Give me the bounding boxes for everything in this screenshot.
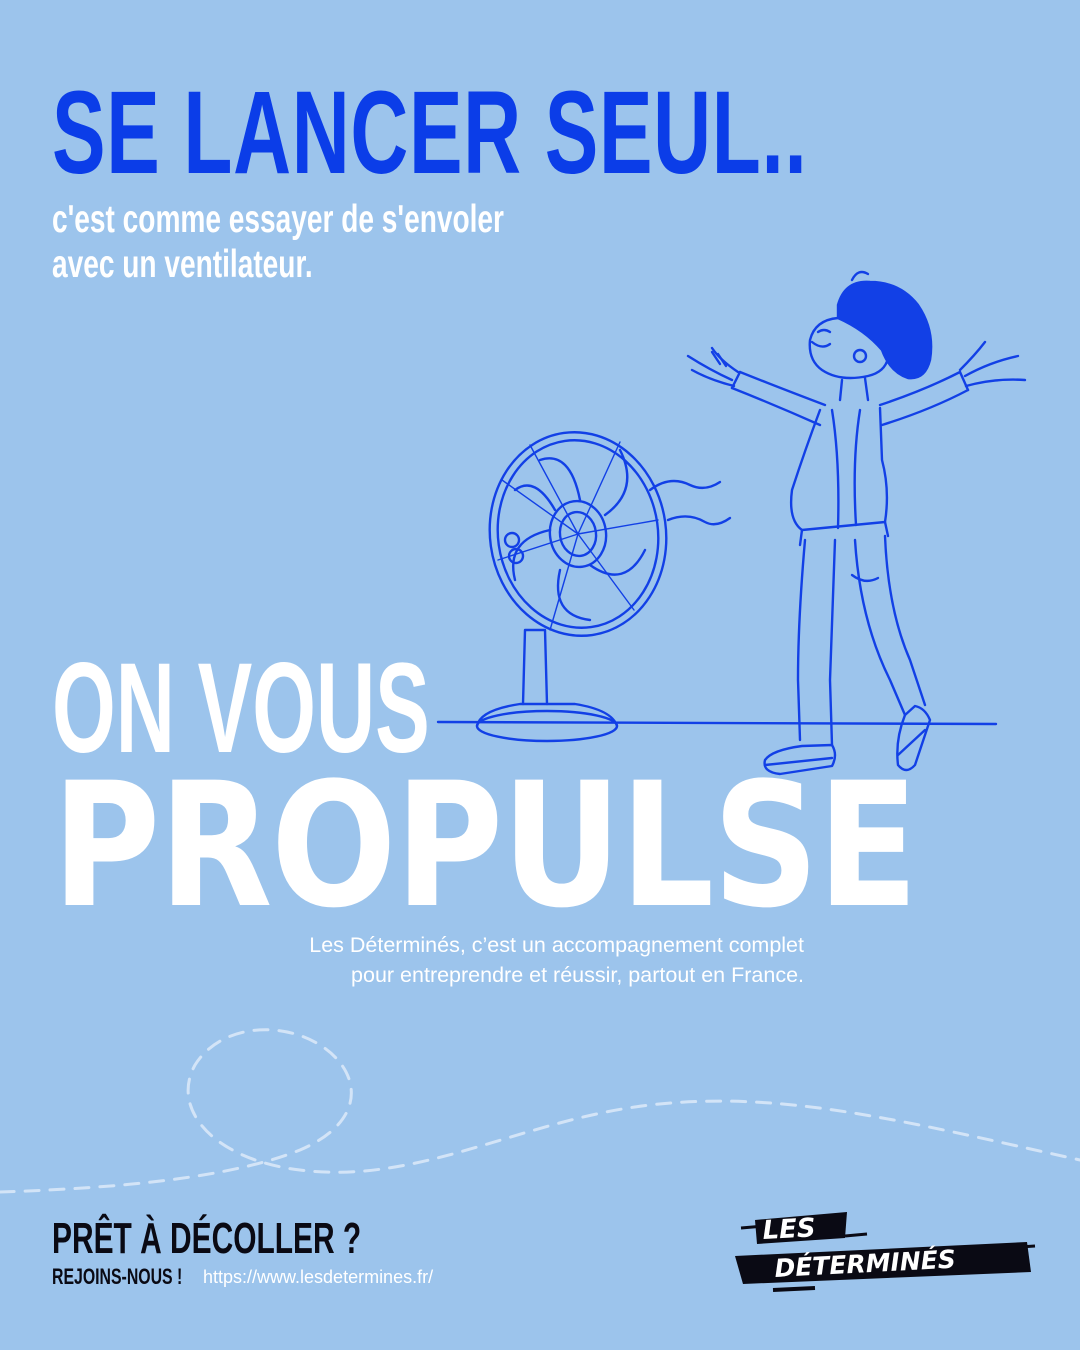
cta-title: PRÊT À DÉCOLLER ? xyxy=(52,1217,507,1261)
website-link[interactable]: https://www.lesdetermines.fr/ xyxy=(203,1266,433,1288)
headline: SE LANCER SEUL.. xyxy=(52,74,1080,192)
cta-title-text: PRÊT À DÉCOLLER ? xyxy=(52,1214,362,1263)
subtitle-line-1: c'est comme essayer de s'envoler xyxy=(52,198,504,241)
cta-join-text: REJOINS-NOUS ! xyxy=(52,1264,183,1289)
dashed-path-decoration xyxy=(0,1028,1080,1194)
logo-line-1: LES xyxy=(762,1213,817,1246)
person-icon xyxy=(686,270,1027,776)
poster: SE LANCER SEUL.. c'est comme essayer de … xyxy=(0,0,1080,1350)
description-line-2: pour entreprendre et réussir, partout en… xyxy=(351,963,804,987)
tagline-line-2: PROPULSE xyxy=(52,760,1057,932)
brand-logo: LES DÉTERMINÉS xyxy=(735,1198,1036,1302)
tagline-line-2-text: PROPULSE xyxy=(52,745,918,946)
logo-mark: LES DÉTERMINÉS xyxy=(735,1212,1036,1292)
logo-line-2: DÉTERMINÉS xyxy=(774,1245,957,1283)
description-line-1: Les Déterminés, c’est un accompagnement … xyxy=(309,933,804,957)
headline-text: SE LANCER SEUL.. xyxy=(52,67,808,199)
description: Les Déterminés, c’est un accompagnement … xyxy=(184,930,804,990)
